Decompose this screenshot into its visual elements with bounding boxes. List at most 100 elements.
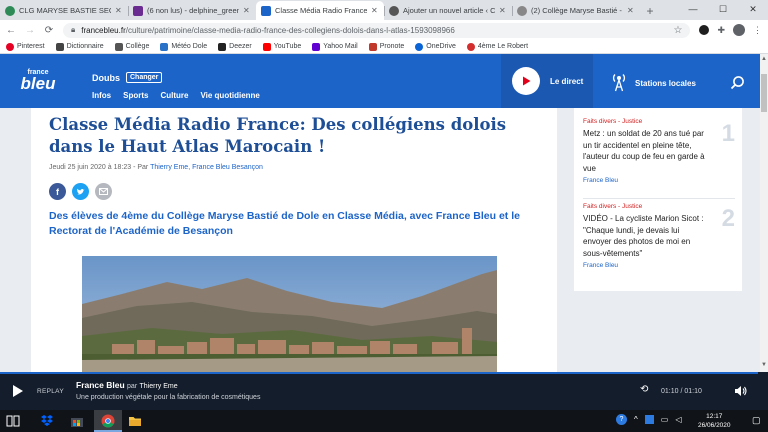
bookmark-dictionnaire[interactable]: Dictionnaire — [55, 42, 104, 51]
help-icon[interactable]: ? — [616, 414, 627, 425]
browser-tab[interactable]: CLG MARYSE BASTIE SEGPA Ab ✕ — [0, 1, 128, 20]
dropbox-icon[interactable] — [40, 414, 54, 428]
source-link[interactable]: France Bleu Besançon — [192, 164, 263, 171]
bookmark-le-robert[interactable]: 4ème Le Robert — [466, 42, 528, 51]
maximize-icon[interactable]: ☐ — [708, 0, 738, 20]
article-meta: Jeudi 25 juin 2020 à 18:23 - Par Thierry… — [49, 164, 263, 171]
new-tab-button[interactable]: + — [640, 1, 660, 20]
browser-tab[interactable]: (6 non lus) - delphine_green@ ✕ — [128, 1, 256, 20]
scroll-down-icon[interactable]: ▼ — [761, 362, 767, 368]
tray-app-icon[interactable] — [644, 415, 654, 424]
scroll-up-icon[interactable]: ▲ — [761, 56, 767, 62]
bookmark-pronote[interactable]: Pronote — [368, 42, 404, 51]
scrollbar-thumb[interactable] — [761, 74, 767, 112]
bookmark-pinterest[interactable]: Pinterest — [6, 42, 45, 51]
tray-overflow-icon[interactable]: ^ — [634, 415, 638, 424]
extensions-area: ✚ ⋮ — [699, 24, 762, 36]
menu-kebab-icon[interactable]: ⋮ — [753, 25, 762, 36]
france-bleu-logo[interactable]: france bleu — [17, 69, 59, 95]
bookmark-meteo[interactable]: Météo Dole — [160, 42, 207, 51]
taskbar-clock[interactable]: 12:17 26/06/2020 — [698, 412, 731, 430]
chrome-icon[interactable] — [101, 414, 115, 428]
local-stations-label: Stations locales — [635, 78, 696, 88]
back-arrow-icon[interactable]: ← — [6, 25, 16, 36]
page-scrollbar[interactable]: ▲ ▼ — [760, 54, 768, 372]
nav-item-culture[interactable]: Culture — [160, 91, 188, 100]
task-view-icon[interactable] — [6, 414, 20, 428]
facebook-share-icon[interactable]: f — [49, 183, 66, 200]
item-rank: 1 — [721, 120, 735, 147]
player-by: par — [127, 383, 138, 390]
nav-item-vie-quotidienne[interactable]: Vie quotidienne — [200, 91, 259, 100]
file-explorer-icon[interactable] — [128, 414, 142, 428]
item-category[interactable]: Faits divers - Justice — [583, 203, 735, 210]
browser-tab[interactable]: Ajouter un nouvel article ‹ Coll ✕ — [384, 1, 512, 20]
most-read-item[interactable]: Faits divers - Justice VIDÉO - La cyclis… — [583, 203, 735, 269]
minimize-icon[interactable]: — — [678, 0, 708, 20]
email-share-icon[interactable] — [95, 183, 112, 200]
browser-tab-strip: CLG MARYSE BASTIE SEGPA Ab ✕ (6 non lus)… — [0, 0, 768, 20]
tab-close-icon[interactable]: ✕ — [243, 6, 251, 15]
store-icon[interactable] — [70, 414, 84, 428]
bookmarks-bar: Pinterest Dictionnaire Collège Météo Dol… — [0, 40, 768, 54]
browser-tab[interactable]: (2) Collège Maryse Bastié - Ac ✕ — [512, 1, 640, 20]
most-read-sidebar: Faits divers - Justice Metz : un soldat … — [574, 108, 742, 291]
extension-icon[interactable] — [699, 25, 710, 35]
tab-favicon-icon — [517, 5, 527, 16]
lock-icon[interactable]: 🔒︎ — [71, 25, 75, 35]
player-time: 01:10 / 01:10 — [661, 388, 702, 395]
window-controls: — ☐ ✕ — [678, 0, 768, 20]
extensions-puzzle-icon[interactable]: ✚ — [717, 25, 725, 36]
browser-tab-active[interactable]: Classe Média Radio France: Des ✕ — [256, 1, 384, 20]
windows-taskbar: ? ^ ▭ ◁ 12:17 26/06/2020 ▢ — [0, 410, 768, 432]
url-bar[interactable]: 🔒︎ francebleu.fr/culture/patrimoine/clas… — [63, 22, 691, 38]
le-robert-icon — [466, 42, 475, 51]
yahoo-mail-icon — [312, 42, 321, 51]
twitter-share-icon[interactable] — [72, 183, 89, 200]
article-card: Classe Média Radio France: Des collégien… — [31, 108, 557, 372]
tab-title: (6 non lus) - delphine_green@ — [147, 6, 239, 15]
tab-favicon-icon — [133, 5, 143, 16]
bookmark-star-icon[interactable]: ☆ — [673, 25, 682, 36]
notifications-icon[interactable]: ▢ — [752, 415, 761, 426]
item-category[interactable]: Faits divers - Justice — [583, 118, 735, 125]
author-link[interactable]: Thierry Eme — [150, 164, 188, 171]
tab-favicon-icon — [5, 5, 15, 16]
most-read-item[interactable]: Faits divers - Justice Metz : un soldat … — [583, 118, 735, 184]
audio-player: REPLAY France Bleu par Thierry Eme Une p… — [0, 372, 768, 410]
tab-close-icon[interactable]: ✕ — [499, 6, 507, 15]
tab-close-icon[interactable]: ✕ — [115, 6, 123, 15]
tab-title: (2) Collège Maryse Bastié - Ac — [531, 6, 623, 15]
replay-icon[interactable]: ⟲ — [640, 384, 648, 395]
item-title[interactable]: Metz : un soldat de 20 ans tué par un ti… — [583, 128, 709, 174]
clock-date: 26/06/2020 — [698, 422, 731, 429]
tab-close-icon[interactable]: ✕ — [371, 6, 379, 15]
bookmark-college[interactable]: Collège — [114, 42, 149, 51]
player-play-icon[interactable] — [12, 384, 24, 400]
nav-item-sports[interactable]: Sports — [123, 91, 148, 100]
player-progress-bar[interactable] — [0, 372, 758, 374]
item-source: France Bleu — [583, 177, 619, 184]
live-button[interactable]: Le direct — [501, 54, 593, 108]
tab-close-icon[interactable]: ✕ — [627, 6, 635, 15]
speaker-icon[interactable]: ◁ — [675, 415, 681, 424]
article-photo-atlas-village — [82, 256, 497, 372]
reload-icon[interactable]: ⟳ — [44, 25, 54, 36]
close-window-icon[interactable]: ✕ — [738, 0, 768, 20]
player-subtitle: Une production végétale pour la fabricat… — [76, 394, 261, 401]
bookmark-yahoo-mail[interactable]: Yahoo Mail — [312, 42, 358, 51]
bookmark-onedrive[interactable]: OneDrive — [415, 42, 456, 51]
network-icon[interactable]: ▭ — [661, 415, 669, 424]
local-stations-button[interactable]: Stations locales — [611, 72, 696, 94]
item-title[interactable]: VIDÉO - La cycliste Marion Sicot : "Chaq… — [583, 213, 709, 259]
bookmark-youtube[interactable]: YouTube — [262, 42, 301, 51]
dictionary-icon — [55, 42, 64, 51]
change-region-button[interactable]: Changer — [126, 72, 163, 83]
profile-avatar-icon[interactable] — [733, 24, 745, 36]
onedrive-icon — [415, 42, 424, 51]
volume-icon[interactable] — [734, 385, 747, 399]
forward-arrow-icon[interactable]: → — [25, 25, 35, 36]
bookmark-deezer[interactable]: Deezer — [218, 42, 252, 51]
nav-item-infos[interactable]: Infos — [92, 91, 111, 100]
search-icon[interactable] — [730, 75, 745, 92]
